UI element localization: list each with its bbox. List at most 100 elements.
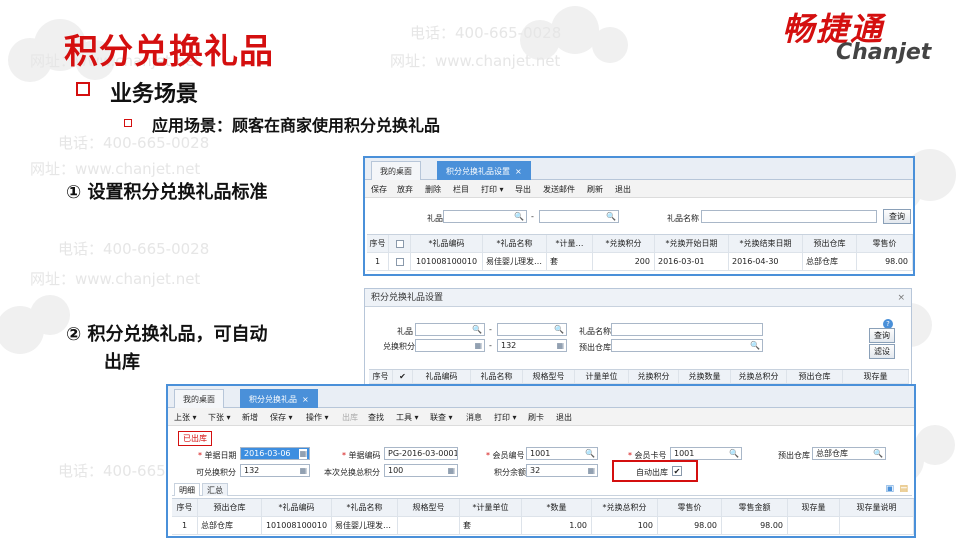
watermark-phone: 电话：400-665-0028 bbox=[410, 24, 562, 42]
gift-settings-window: 我的桌面 积分兑换礼品设置 × 保存 放弃 删除 栏目 打印 ▾ 导出 发送邮件 … bbox=[363, 156, 915, 276]
column-header: 零售金额 bbox=[722, 499, 788, 517]
column-header: 规格型号 bbox=[523, 370, 575, 384]
chanjet-logo-en: Chanjet bbox=[836, 40, 932, 65]
column-header: *兑换开始日期 bbox=[655, 235, 729, 253]
columns-button[interactable]: 栏目 bbox=[453, 184, 469, 195]
prev-record-button[interactable]: 上张 ▾ bbox=[174, 412, 197, 423]
gift-from-input[interactable]: 🔍 bbox=[443, 210, 527, 223]
print-button[interactable]: 打印 ▾ bbox=[481, 184, 504, 195]
table-row[interactable]: 1 101008100010 易佳婴儿理发… 套 200 2016-03-01 … bbox=[367, 253, 913, 271]
close-icon[interactable]: × bbox=[897, 289, 905, 307]
exit-button[interactable]: 退出 bbox=[556, 412, 572, 423]
find-button[interactable]: 查找 bbox=[368, 412, 384, 423]
member-no-input[interactable]: 1001 🔍 bbox=[526, 447, 598, 460]
table-cell: 套 bbox=[460, 517, 522, 535]
column-header: *礼品名称 bbox=[332, 499, 398, 517]
warehouse-input[interactable]: 🔍 bbox=[611, 339, 763, 352]
gift-from-input[interactable]: 🔍 bbox=[415, 323, 485, 336]
search-icon[interactable]: 🔍 bbox=[585, 449, 595, 459]
column-header: 预出仓库 bbox=[803, 235, 857, 253]
table-cell: 1.00 bbox=[522, 517, 592, 535]
tab-my-desktop[interactable]: 我的桌面 bbox=[174, 389, 224, 408]
tools-button[interactable]: 工具 ▾ bbox=[396, 412, 419, 423]
table-cell bbox=[840, 517, 914, 535]
column-header: 现存量 bbox=[788, 499, 840, 517]
tab-gift-redemption[interactable]: 积分兑换礼品 × bbox=[240, 389, 318, 408]
search-icon[interactable]: 🔍 bbox=[750, 341, 760, 351]
close-icon[interactable]: × bbox=[302, 395, 309, 404]
send-email-button[interactable]: 发送邮件 bbox=[543, 184, 575, 195]
swipe-card-button[interactable]: 刷卡 bbox=[528, 412, 544, 423]
member-no-label: * 会员编号 bbox=[486, 451, 525, 460]
print-button[interactable]: 打印 ▾ bbox=[494, 412, 517, 423]
query-button[interactable]: 查询 bbox=[883, 209, 911, 224]
tab-my-desktop[interactable]: 我的桌面 bbox=[371, 161, 421, 180]
gift-to-input[interactable]: 🔍 bbox=[497, 323, 567, 336]
this-total-label: 本次兑换总积分 bbox=[324, 468, 380, 477]
calculator-icon[interactable]: ▦ bbox=[556, 341, 564, 351]
column-header: 礼品编码 bbox=[413, 370, 471, 384]
stock-out-button[interactable]: 出库 bbox=[342, 412, 358, 423]
operate-button[interactable]: 操作 ▾ bbox=[306, 412, 329, 423]
table-cell: 200 bbox=[593, 253, 655, 271]
next-record-button[interactable]: 下张 ▾ bbox=[208, 412, 231, 423]
save-button[interactable]: 保存 ▾ bbox=[270, 412, 293, 423]
row-checkbox[interactable] bbox=[389, 253, 411, 271]
exit-button[interactable]: 退出 bbox=[615, 184, 631, 195]
refresh-button[interactable]: 刷新 bbox=[587, 184, 603, 195]
save-button[interactable]: 保存 bbox=[371, 184, 387, 195]
export-button[interactable]: 导出 bbox=[515, 184, 531, 195]
table-header-row: 序号 ✔ 礼品编码 礼品名称 规格型号 计量单位 兑换积分 兑换数量 兑换总积分… bbox=[369, 370, 909, 384]
warehouse-label: 预出仓库 bbox=[579, 343, 611, 352]
doc-no-input[interactable]: PG-2016-03-0001 bbox=[384, 447, 458, 460]
table-cell: 100 bbox=[592, 517, 658, 535]
discard-button[interactable]: 放弃 bbox=[397, 184, 413, 195]
doc-date-label: * 单据日期 bbox=[198, 451, 237, 460]
range-separator: - bbox=[489, 325, 492, 334]
search-icon[interactable]: 🔍 bbox=[514, 212, 524, 222]
gift-name-label: 礼品名称 bbox=[667, 214, 699, 223]
gift-to-input[interactable]: 🔍 bbox=[539, 210, 619, 223]
step-2-text-line2: 出库 bbox=[104, 352, 140, 373]
gift-redemption-window: 我的桌面 积分兑换礼品 × 上张 ▾ 下张 ▾ 新增 保存 ▾ 操作 ▾ 出库 查… bbox=[166, 384, 916, 538]
query-button[interactable]: 查询 bbox=[869, 328, 895, 343]
delete-button[interactable]: 删除 bbox=[425, 184, 441, 195]
subtab-summary[interactable]: 汇总 bbox=[202, 483, 228, 496]
gift-select-dialog: 积分兑换礼品设置 × 礼品 🔍 - 🔍 礼品名称 兑换积分 ▦ - 132 ▦ 预… bbox=[364, 288, 912, 388]
section-heading: 业务场景 bbox=[110, 82, 199, 107]
warehouse-input[interactable]: 总部仓库 🔍 bbox=[812, 447, 886, 460]
redemption-detail-grid: 序号 预出仓库 *礼品编码 *礼品名称 规格型号 *计量单位 *数量 *兑换总积… bbox=[172, 498, 914, 536]
watermark-website: 网址：www.chanjet.net bbox=[30, 160, 201, 178]
search-icon[interactable]: 🔍 bbox=[729, 449, 739, 459]
search-icon[interactable]: 🔍 bbox=[472, 325, 482, 335]
export-icon[interactable]: ▤ bbox=[899, 484, 908, 494]
linked-query-button[interactable]: 联查 ▾ bbox=[430, 412, 453, 423]
auto-out-checkbox[interactable]: ✔ bbox=[672, 466, 682, 476]
search-icon[interactable]: 🔍 bbox=[873, 449, 883, 459]
doc-date-input[interactable]: 2016-03-06 ▦ bbox=[240, 447, 310, 460]
calendar-icon[interactable]: ▦ bbox=[299, 449, 307, 459]
table-row[interactable]: 1 总部仓库 101008100010 易佳婴儿理发… 套 1.00 100 9… bbox=[172, 517, 914, 535]
toolbar: 保存 放弃 删除 栏目 打印 ▾ 导出 发送邮件 刷新 退出 bbox=[365, 180, 913, 198]
bullet-square-small-icon bbox=[124, 119, 132, 127]
column-header: *礼品编码 bbox=[411, 235, 483, 253]
calculator-icon[interactable]: ▦ bbox=[474, 341, 482, 351]
select-all-checkbox[interactable] bbox=[389, 235, 411, 253]
filter-settings-button[interactable]: 滤设 bbox=[869, 344, 895, 359]
search-icon[interactable]: 🔍 bbox=[554, 325, 564, 335]
points-to-input[interactable]: 132 ▦ bbox=[497, 339, 567, 352]
message-button[interactable]: 消息 bbox=[466, 412, 482, 423]
table-header-row: 序号 预出仓库 *礼品编码 *礼品名称 规格型号 *计量单位 *数量 *兑换总积… bbox=[172, 499, 914, 517]
toolbar: 上张 ▾ 下张 ▾ 新增 保存 ▾ 操作 ▾ 出库 查找 工具 ▾ 联查 ▾ 消… bbox=[168, 408, 914, 426]
points-from-input[interactable]: ▦ bbox=[415, 339, 485, 352]
gift-name-input[interactable] bbox=[701, 210, 877, 223]
new-button[interactable]: 新增 bbox=[242, 412, 258, 423]
gift-name-input[interactable] bbox=[611, 323, 763, 336]
tab-gift-settings[interactable]: 积分兑换礼品设置 × bbox=[437, 161, 531, 180]
layout-icon[interactable]: ▣ bbox=[885, 484, 894, 494]
search-icon[interactable]: 🔍 bbox=[606, 212, 616, 222]
select-all-checkbox[interactable]: ✔ bbox=[393, 370, 413, 384]
close-icon[interactable]: × bbox=[515, 167, 522, 176]
subtab-detail[interactable]: 明细 bbox=[174, 483, 200, 496]
card-no-input[interactable]: 1001 🔍 bbox=[670, 447, 742, 460]
